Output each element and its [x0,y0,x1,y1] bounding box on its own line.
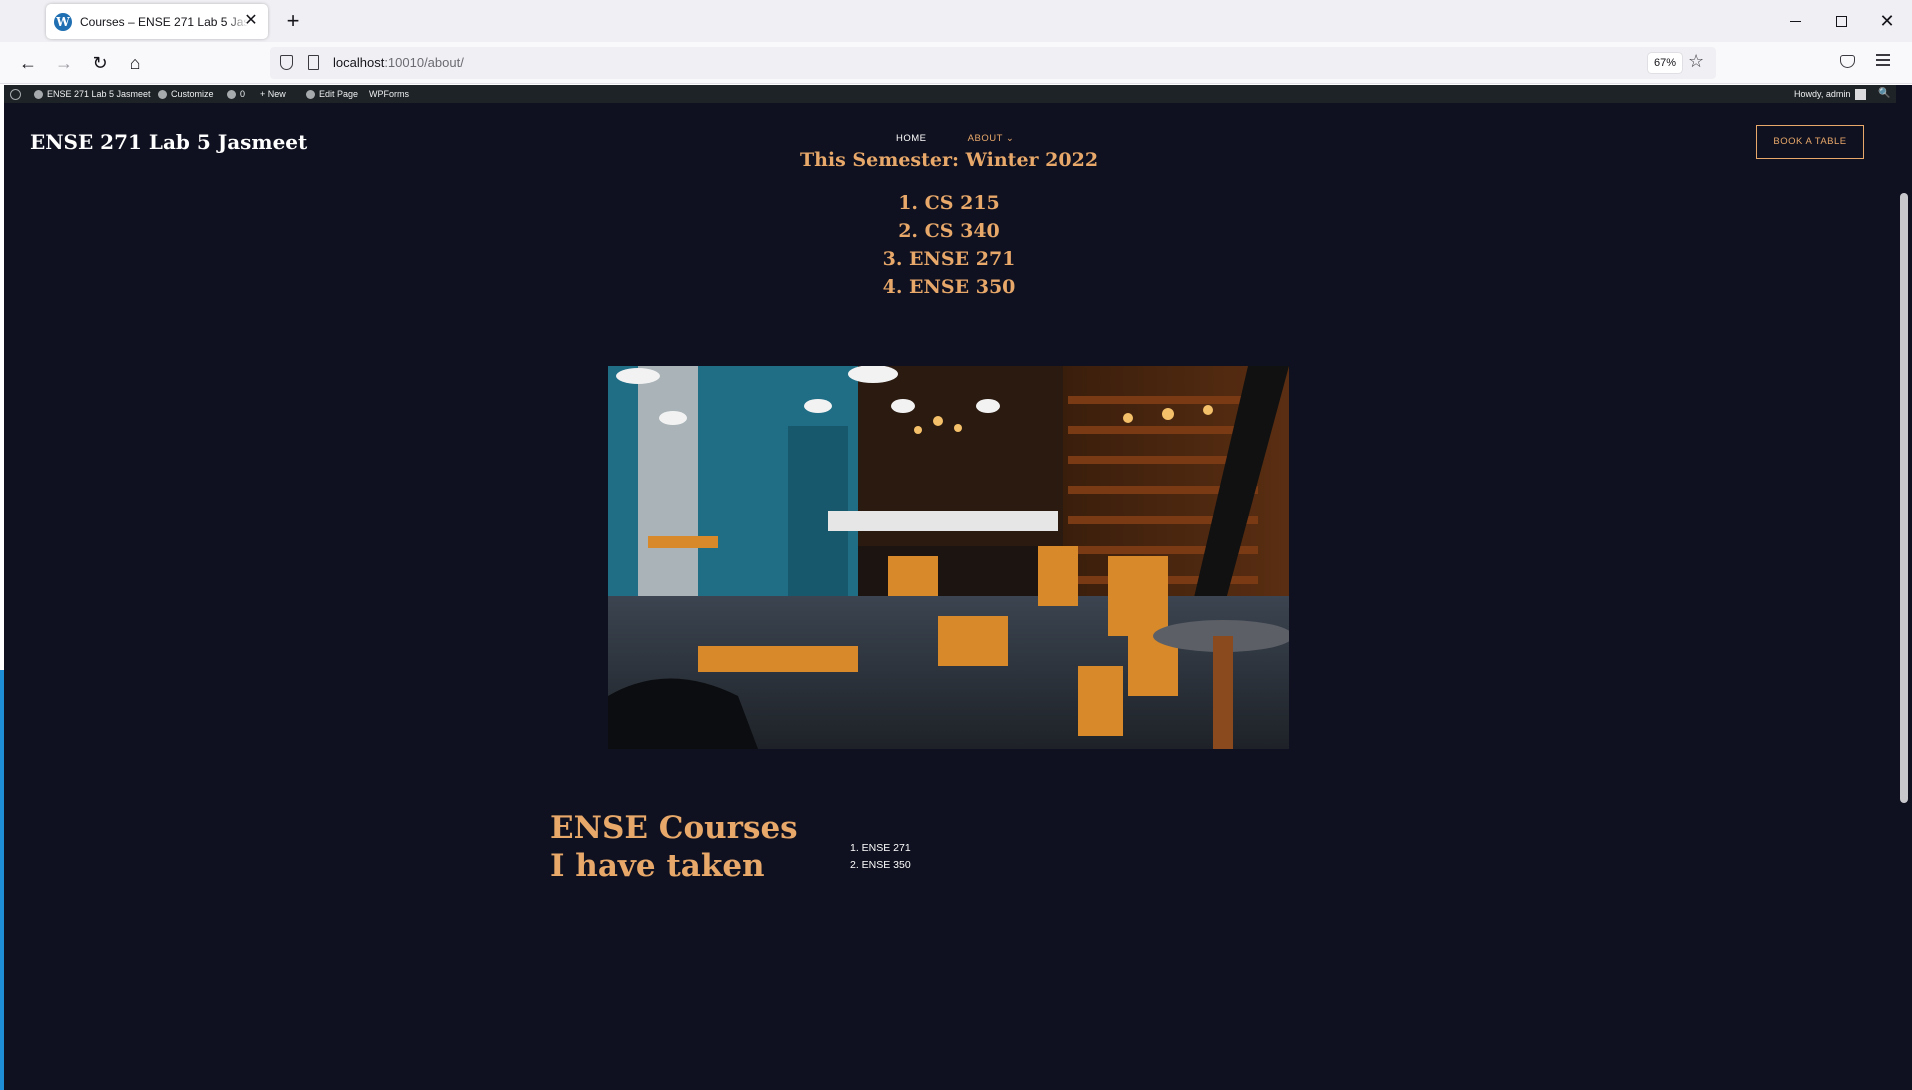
url-host: localhost [333,55,385,70]
list-item: 1. ENSE 271 [850,842,911,854]
ense-course-list: 1. ENSE 271 2. ENSE 350 [850,840,911,874]
wp-admin-bar: ENSE 271 Lab 5 Jasmeet Customize 0 + New… [4,85,1912,103]
left-window-edge-accent [0,670,4,1090]
admin-bar-comments-link[interactable]: 0 [227,85,245,103]
list-item: 2. CS 340 [898,220,1000,242]
home-icon[interactable]: ⌂ [121,49,149,77]
page-scrollbar-thumb[interactable] [1900,193,1908,803]
forward-arrow-icon[interactable]: → [50,49,78,77]
admin-bar-howdy-label: Howdy, admin [1794,89,1851,99]
semester-heading: This Semester: Winter 2022 [799,149,1099,171]
reload-icon[interactable]: ↻ [86,49,114,77]
hamburger-menu-icon[interactable] [1876,54,1890,69]
window-maximize-icon[interactable] [1818,6,1864,36]
window-close-icon[interactable]: ✕ [1864,6,1910,36]
browser-tab-strip: W Courses – ENSE 271 Lab 5 Jasmeet ✕ + ✕ [0,0,1912,42]
comment-icon [227,89,236,99]
restaurant-illustration [608,366,1289,749]
semester-course-list: 1. CS 215 2. CS 340 3. ENSE 271 4. ENSE … [0,189,1898,301]
admin-bar-comments-count: 0 [240,89,246,99]
admin-bar-new-link[interactable]: + New [260,85,286,103]
site-navigation: HOME ABOUT ⌄ [896,133,1014,144]
pocket-icon[interactable] [1840,55,1855,68]
avatar [1855,88,1867,100]
nav-home-link[interactable]: HOME [896,133,927,144]
url-path: :10010/about/ [384,55,464,70]
admin-bar-site-label: ENSE 271 Lab 5 Jasmeet [47,89,151,99]
tracking-shield-icon[interactable] [280,55,293,70]
browser-tab[interactable]: W Courses – ENSE 271 Lab 5 Jasmeet ✕ [46,4,268,39]
list-item: 2. ENSE 350 [850,859,911,871]
pencil-icon [306,89,315,99]
brush-icon [158,89,167,99]
browser-nav-bar: ← → ↻ ⌂ localhost:10010/about/ 67% ☆ [0,42,1912,84]
admin-bar-site-link[interactable]: ENSE 271 Lab 5 Jasmeet [34,85,151,103]
nav-about-link[interactable]: ABOUT ⌄ [968,133,1015,144]
list-item: 3. ENSE 271 [882,248,1016,270]
admin-bar-customize-link[interactable]: Customize [158,85,214,103]
admin-bar-account-link[interactable]: Howdy, admin [1794,85,1867,103]
list-item: 4. ENSE 350 [882,276,1016,298]
admin-bar-edit-page-label: Edit Page [319,89,359,99]
wordpress-favicon-icon: W [54,12,72,31]
new-tab-button[interactable]: + [280,9,306,33]
list-item: 1. CS 215 [898,192,1000,214]
page-viewport: ENSE 271 Lab 5 Jasmeet Customize 0 + New… [0,85,1912,1090]
tab-close-icon[interactable]: ✕ [242,12,260,30]
restaurant-interior-image [608,366,1289,749]
admin-bar-wpforms-link[interactable]: WPForms [369,85,409,103]
bookmark-star-icon[interactable]: ☆ [1688,51,1704,72]
url-bar[interactable]: localhost:10010/about/ 67% ☆ [270,47,1716,79]
back-arrow-icon[interactable]: ← [14,49,42,77]
page-info-icon[interactable] [308,55,319,70]
dashboard-icon [34,89,43,99]
wordpress-logo-icon[interactable] [10,85,21,103]
admin-bar-customize-label: Customize [171,89,214,99]
plus-icon: + [260,89,268,99]
tab-title: Courses – ENSE 271 Lab 5 Jasmeet [80,14,248,29]
admin-bar-new-label: New [267,89,286,99]
url-text[interactable]: localhost:10010/about/ [333,55,464,70]
admin-bar-search-icon[interactable]: 🔍 [1878,85,1890,103]
ense-courses-heading: ENSE Courses I have taken [550,810,798,884]
zoom-level-badge[interactable]: 67% [1648,53,1683,73]
window-minimize-icon[interactable] [1772,6,1818,36]
admin-bar-edit-page-link[interactable]: Edit Page [306,85,358,103]
